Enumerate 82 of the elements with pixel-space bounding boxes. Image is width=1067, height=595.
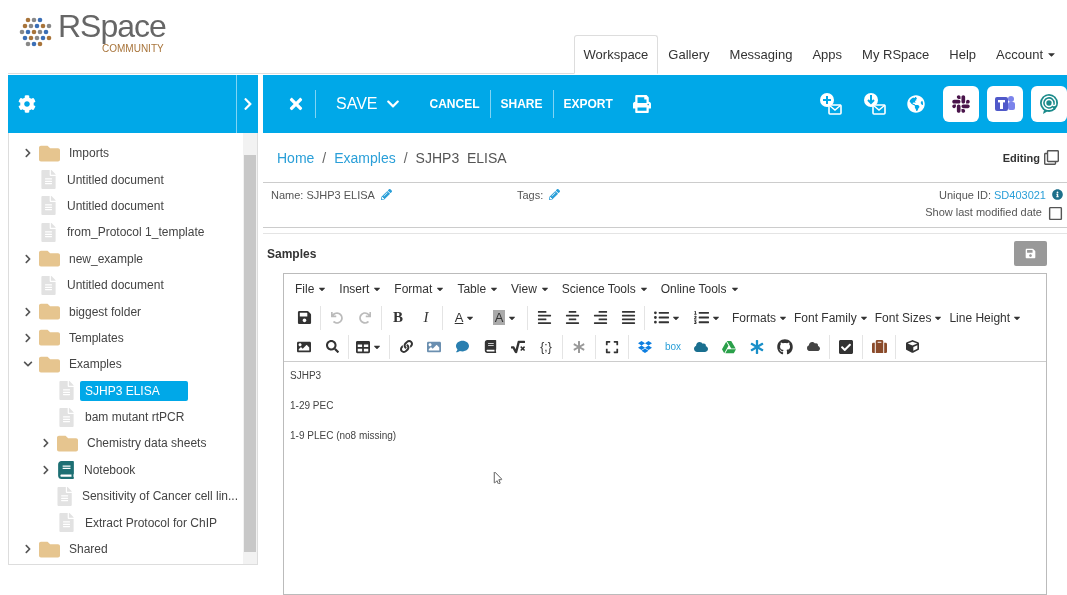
checkbox[interactable] — [1048, 206, 1063, 221]
save-icon — [1025, 248, 1036, 259]
pencil-icon[interactable] — [380, 189, 392, 200]
paragraph: 1-9 PLEC (no8 missing) — [290, 430, 398, 441]
id-label: Unique ID: — [939, 189, 991, 201]
mode-label: Editing — [1002, 151, 1040, 164]
menu-item[interactable]: Science Tools — [556, 281, 654, 296]
notebook-icon — [57, 460, 75, 479]
menu-item[interactable]: Insert — [334, 281, 388, 296]
italic-button[interactable]: I — [412, 305, 440, 330]
chat-icon — [1038, 93, 1060, 115]
menu-item[interactable]: File — [290, 281, 333, 296]
section-title: Samples — [267, 246, 317, 261]
menu-item[interactable]: View — [506, 281, 555, 296]
tree-item[interactable]: bam mutant rtPCR — [80, 407, 190, 428]
document-icon — [39, 222, 58, 242]
format-dropdown[interactable]: Formats — [729, 305, 791, 330]
document-icon — [57, 513, 76, 533]
menu-item[interactable]: Table — [452, 281, 505, 296]
document-icon — [57, 381, 76, 401]
chevron-right-icon[interactable] — [23, 544, 33, 555]
tree-item[interactable]: Untitled document — [62, 275, 169, 296]
tree-item[interactable]: from_Protocol 1_template — [62, 222, 210, 243]
paragraph: 1-29 PEC — [290, 400, 335, 411]
numbered-list-icon — [693, 310, 709, 325]
code-button[interactable]: {;} — [532, 334, 560, 359]
tree-item[interactable]: biggest folder — [64, 301, 147, 322]
folder-icon — [57, 433, 78, 454]
chevron-right-icon[interactable] — [23, 332, 33, 343]
chevron-right-icon[interactable] — [23, 148, 33, 159]
format-dropdown[interactable]: Line Height — [946, 305, 1026, 330]
mail-plus-icon[interactable] — [819, 92, 843, 116]
document-icon — [39, 275, 58, 295]
tree-item[interactable]: new_example — [64, 248, 149, 269]
format-dropdown[interactable]: Font Family — [791, 305, 872, 330]
highlight-button[interactable]: A — [485, 305, 525, 330]
slack-icon — [951, 94, 971, 114]
info-icon[interactable] — [1052, 189, 1063, 200]
bullet-list-icon — [653, 310, 669, 325]
chevron-right-icon[interactable] — [41, 464, 51, 475]
breadcrumb-separator: / — [403, 149, 408, 166]
document-icon — [39, 170, 58, 190]
teams-button[interactable] — [987, 86, 1023, 122]
chevron-right-icon[interactable] — [41, 438, 51, 449]
checkbox-label: Show last modified date — [925, 206, 1042, 218]
tags-label: Tags: — [516, 189, 544, 201]
save-field-button[interactable] — [1014, 241, 1047, 266]
tree-item[interactable]: Extract Protocol for ChIP — [80, 512, 223, 533]
tree-item[interactable]: Notebook — [79, 459, 141, 480]
chevron-right-icon[interactable] — [23, 306, 33, 317]
chevron-right-icon[interactable] — [23, 253, 33, 264]
tree-item[interactable]: Untitled document — [62, 195, 169, 216]
nav-tab[interactable]: Workspace — [573, 35, 659, 74]
logo-subtitle: COMMUNITY — [102, 44, 164, 54]
bold-button[interactable]: B — [384, 305, 412, 330]
document-icon — [39, 196, 58, 216]
tree-item[interactable]: Shared — [64, 539, 113, 560]
breadcrumb-separator: / — [322, 149, 327, 166]
table-icon — [356, 339, 370, 354]
tree-item[interactable]: Untitled document — [62, 169, 169, 190]
name-label: Name: SJHP3 ELISA — [271, 189, 375, 201]
slack-button[interactable] — [943, 86, 979, 122]
tree-item[interactable]: Chemistry data sheets — [82, 433, 212, 454]
scrollbar[interactable] — [243, 133, 257, 564]
text-color-button[interactable]: A — [445, 305, 485, 330]
chat-button[interactable] — [1031, 86, 1067, 122]
pencil-icon[interactable] — [549, 189, 561, 200]
tree-item[interactable]: Examples — [64, 354, 127, 375]
menu-item[interactable]: Online Tools — [655, 281, 745, 296]
logo-icon — [18, 16, 54, 48]
breadcrumb-current: SJHP3 ELISA — [415, 149, 507, 166]
menu-item[interactable]: Format — [389, 281, 451, 296]
tree-item[interactable]: Sensitivity of Cancer cell lin... — [76, 486, 243, 507]
document-icon — [55, 486, 73, 506]
tree-item[interactable]: Templates — [64, 327, 129, 348]
document-icon — [57, 407, 76, 427]
edit-icon[interactable] — [1044, 150, 1059, 165]
mouse-pointer-icon — [492, 472, 504, 484]
tree-item[interactable]: Imports — [64, 143, 114, 164]
mail-download-icon[interactable] — [863, 92, 887, 116]
format-dropdown[interactable]: Font Sizes — [871, 305, 947, 330]
paragraph: SJHP3 — [290, 370, 323, 381]
